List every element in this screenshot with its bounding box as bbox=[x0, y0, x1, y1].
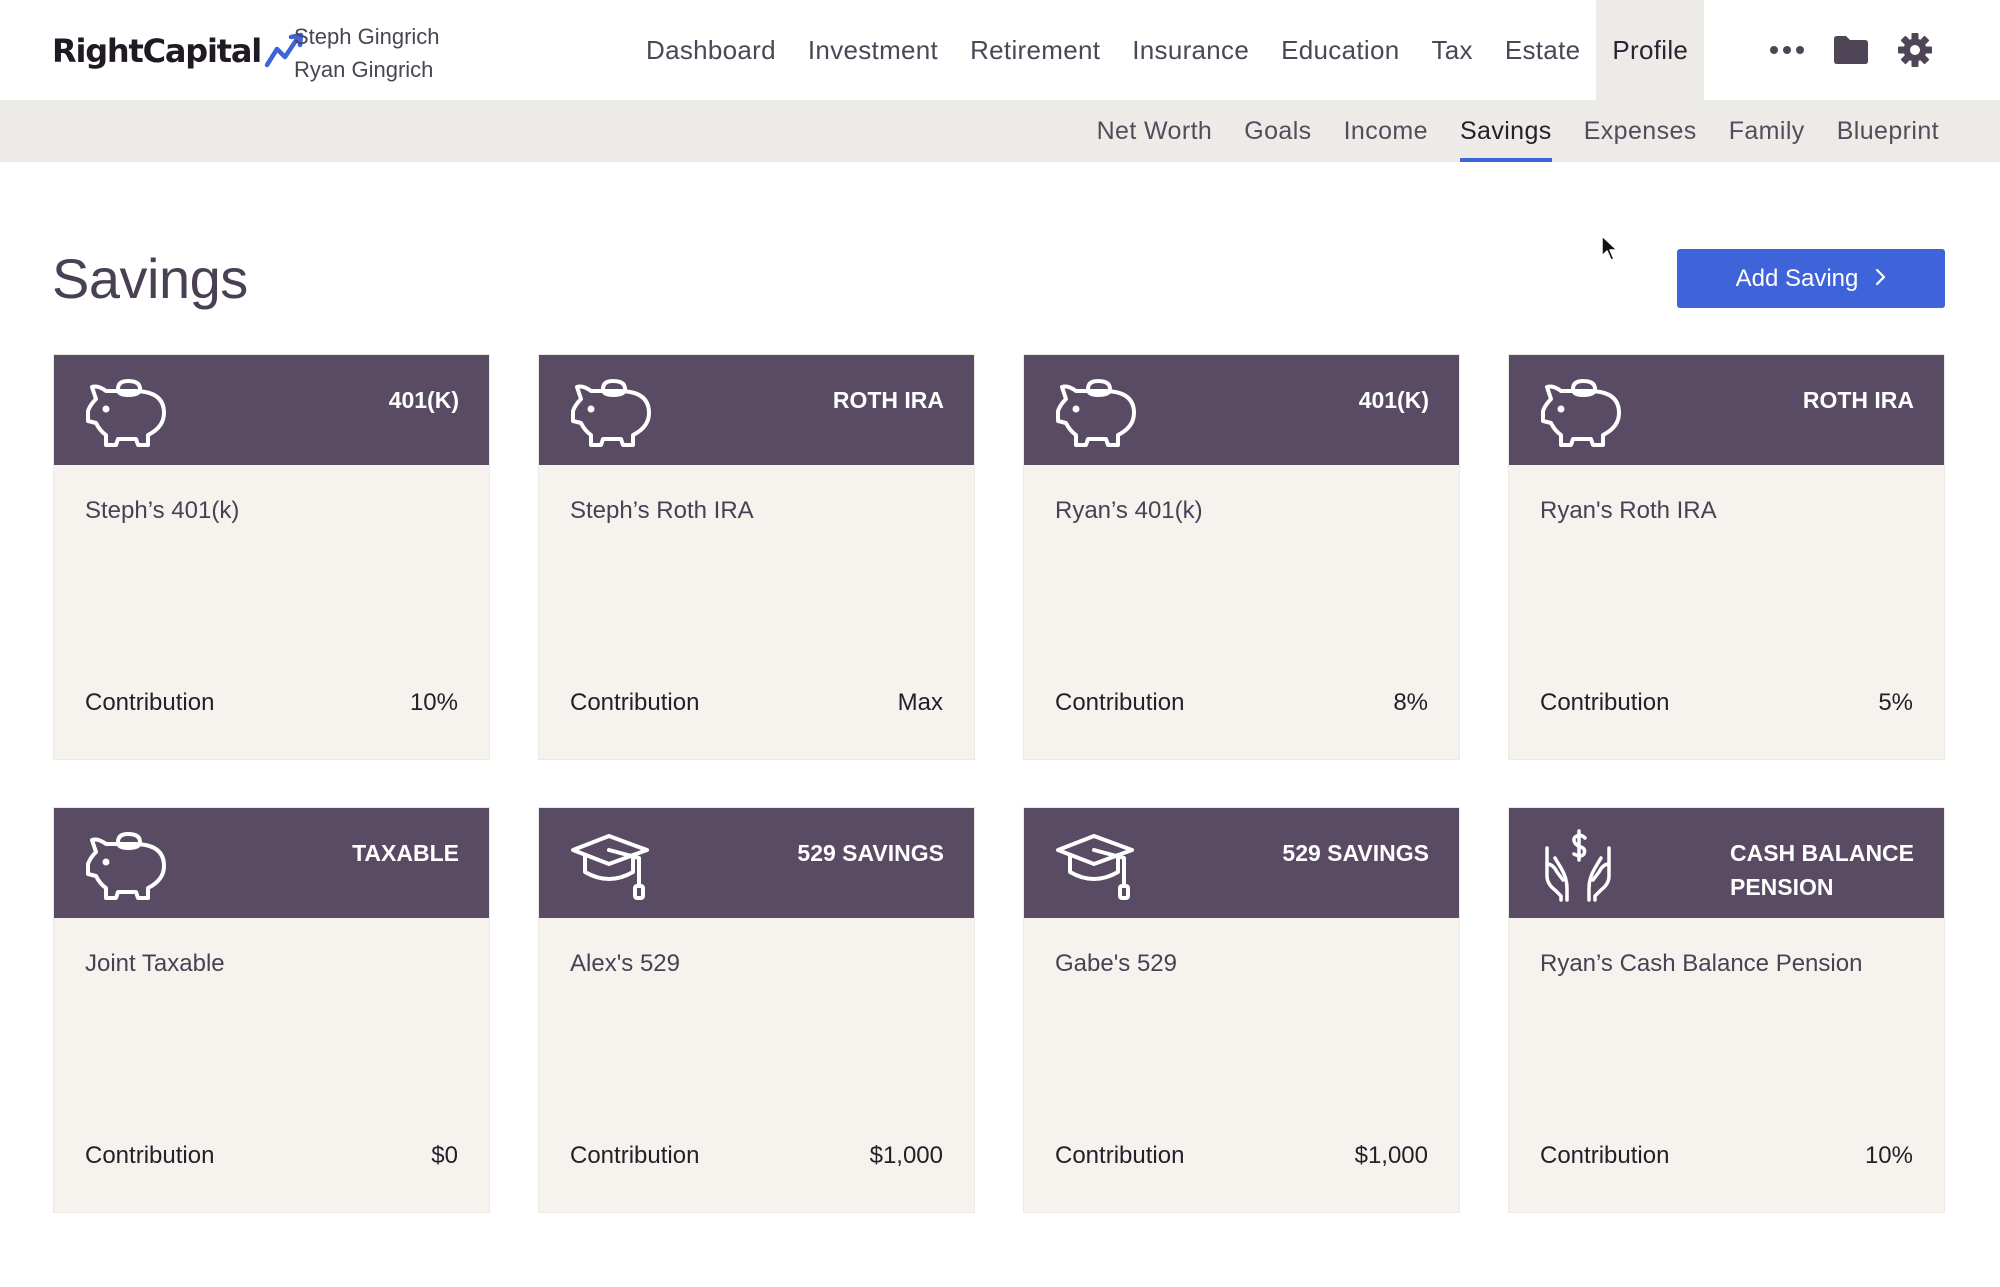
saving-card[interactable]: 401(K) Steph’s 401(k) Contribution 10% bbox=[53, 354, 490, 760]
contribution-row: Contribution 8% bbox=[1055, 689, 1428, 717]
more-icon[interactable] bbox=[1764, 27, 1810, 73]
piggy-bank-icon bbox=[1541, 379, 1621, 447]
contribution-label: Contribution bbox=[85, 1142, 215, 1169]
header-actions bbox=[1764, 24, 1956, 76]
card-header: 401(K) bbox=[54, 355, 489, 465]
card-name: Steph’s Roth IRA bbox=[570, 497, 754, 524]
nav-tax[interactable]: Tax bbox=[1415, 0, 1488, 100]
contribution-row: Contribution $0 bbox=[85, 1142, 458, 1170]
contribution-value: 10% bbox=[409, 689, 458, 716]
subnav-savings[interactable]: Savings bbox=[1459, 100, 1552, 162]
card-name: Ryan’s Cash Balance Pension bbox=[1540, 950, 1863, 977]
add-saving-button[interactable]: Add Saving bbox=[1677, 249, 1945, 308]
sub-nav: Net Worth Goals Income Savings Expenses … bbox=[0, 100, 2000, 162]
contribution-value: $0 bbox=[431, 1142, 458, 1169]
card-type: 529 SAVINGS bbox=[1282, 840, 1429, 866]
contribution-value: Max bbox=[897, 689, 943, 716]
add-saving-label: Add Saving bbox=[1735, 264, 1859, 292]
subnav-goals[interactable]: Goals bbox=[1244, 100, 1311, 162]
gear-icon[interactable] bbox=[1892, 27, 1938, 73]
client-name: Steph Gingrich bbox=[294, 24, 440, 49]
hands-dollar-icon bbox=[1545, 829, 1611, 902]
saving-card[interactable]: ROTH IRA Ryan's Roth IRA Contribution 5% bbox=[1508, 354, 1945, 760]
card-type: ROTH IRA bbox=[1802, 387, 1914, 413]
client-names[interactable]: Steph Gingrich Ryan Gingrich bbox=[294, 20, 440, 86]
saving-card[interactable]: CASH BALANCE PENSION Ryan’s Cash Balance… bbox=[1508, 807, 1945, 1213]
card-header: ROTH IRA bbox=[1509, 355, 1944, 465]
card-name: Ryan's Roth IRA bbox=[1540, 497, 1717, 524]
piggy-bank-icon bbox=[571, 379, 651, 447]
card-type-line: CASH BALANCE bbox=[1730, 840, 1914, 866]
contribution-label: Contribution bbox=[1540, 689, 1670, 716]
saving-card[interactable]: 529 SAVINGS Gabe's 529 Contribution $1,0… bbox=[1023, 807, 1460, 1213]
subnav-family[interactable]: Family bbox=[1729, 100, 1805, 162]
contribution-label: Contribution bbox=[1055, 1142, 1185, 1169]
logo-text: RightCapital bbox=[52, 32, 262, 70]
card-header: 401(K) bbox=[1024, 355, 1459, 465]
contribution-value: 8% bbox=[1393, 689, 1428, 716]
subnav-income[interactable]: Income bbox=[1344, 100, 1428, 162]
contribution-value: $1,000 bbox=[869, 1142, 943, 1169]
card-type: CASH BALANCE PENSION bbox=[1730, 836, 1914, 904]
graduation-cap-icon bbox=[571, 834, 649, 900]
subnav-expenses[interactable]: Expenses bbox=[1584, 100, 1697, 162]
contribution-row: Contribution Max bbox=[570, 689, 943, 717]
saving-card[interactable]: TAXABLE Joint Taxable Contribution $0 bbox=[53, 807, 490, 1213]
card-header: 529 SAVINGS bbox=[539, 808, 974, 918]
saving-card[interactable]: 529 SAVINGS Alex's 529 Contribution $1,0… bbox=[538, 807, 975, 1213]
contribution-label: Contribution bbox=[570, 689, 700, 716]
nav-estate[interactable]: Estate bbox=[1489, 0, 1597, 100]
contribution-row: Contribution 5% bbox=[1540, 689, 1913, 717]
contribution-value: 5% bbox=[1878, 689, 1913, 716]
mouse-cursor-icon bbox=[1601, 235, 1618, 261]
card-header: ROTH IRA bbox=[539, 355, 974, 465]
subnav-blueprint[interactable]: Blueprint bbox=[1837, 100, 1939, 162]
card-header: 529 SAVINGS bbox=[1024, 808, 1459, 918]
contribution-label: Contribution bbox=[1055, 689, 1185, 716]
contribution-label: Contribution bbox=[570, 1142, 700, 1169]
nav-education[interactable]: Education bbox=[1265, 0, 1415, 100]
nav-dashboard[interactable]: Dashboard bbox=[630, 0, 792, 100]
contribution-value: $1,000 bbox=[1354, 1142, 1428, 1169]
card-header: TAXABLE bbox=[54, 808, 489, 918]
card-type: 401(K) bbox=[388, 387, 459, 413]
contribution-label: Contribution bbox=[85, 689, 215, 716]
logo[interactable]: RightCapital bbox=[52, 28, 307, 74]
saving-card[interactable]: 401(K) Ryan’s 401(k) Contribution 8% bbox=[1023, 354, 1460, 760]
contribution-row: Contribution $1,000 bbox=[1055, 1142, 1428, 1170]
contribution-label: Contribution bbox=[1540, 1142, 1670, 1169]
contribution-value: 10% bbox=[1864, 1142, 1913, 1169]
card-type: 529 SAVINGS bbox=[797, 840, 944, 866]
card-type-line: PENSION bbox=[1730, 874, 1834, 900]
card-name: Joint Taxable bbox=[85, 950, 225, 977]
chevron-right-icon bbox=[1874, 266, 1886, 292]
nav-insurance[interactable]: Insurance bbox=[1116, 0, 1265, 100]
nav-retirement[interactable]: Retirement bbox=[954, 0, 1116, 100]
nav-profile[interactable]: Profile bbox=[1596, 0, 1705, 100]
card-name: Gabe's 529 bbox=[1055, 950, 1178, 977]
card-type: TAXABLE bbox=[352, 840, 459, 866]
card-type: ROTH IRA bbox=[832, 387, 944, 413]
contribution-row: Contribution 10% bbox=[1540, 1142, 1913, 1170]
card-name: Alex's 529 bbox=[570, 950, 680, 977]
graduation-cap-icon bbox=[1056, 834, 1134, 900]
folder-icon[interactable] bbox=[1828, 27, 1874, 73]
card-name: Steph’s 401(k) bbox=[85, 497, 240, 524]
nav-investment[interactable]: Investment bbox=[792, 0, 954, 100]
saving-card[interactable]: ROTH IRA Steph’s Roth IRA Contribution M… bbox=[538, 354, 975, 760]
piggy-bank-icon bbox=[86, 379, 166, 447]
page-title: Savings bbox=[52, 247, 248, 310]
card-type: 401(K) bbox=[1358, 387, 1429, 413]
subnav-net-worth[interactable]: Net Worth bbox=[1097, 100, 1213, 162]
contribution-row: Contribution $1,000 bbox=[570, 1142, 943, 1170]
top-header: RightCapital Steph Gingrich Ryan Gingric… bbox=[0, 0, 2000, 100]
piggy-bank-icon bbox=[86, 832, 166, 900]
contribution-row: Contribution 10% bbox=[85, 689, 458, 717]
card-name: Ryan’s 401(k) bbox=[1055, 497, 1203, 524]
card-header: CASH BALANCE PENSION bbox=[1509, 808, 1944, 918]
client-name: Ryan Gingrich bbox=[294, 57, 434, 82]
main-nav: Dashboard Investment Retirement Insuranc… bbox=[630, 0, 1705, 100]
piggy-bank-icon bbox=[1056, 379, 1136, 447]
